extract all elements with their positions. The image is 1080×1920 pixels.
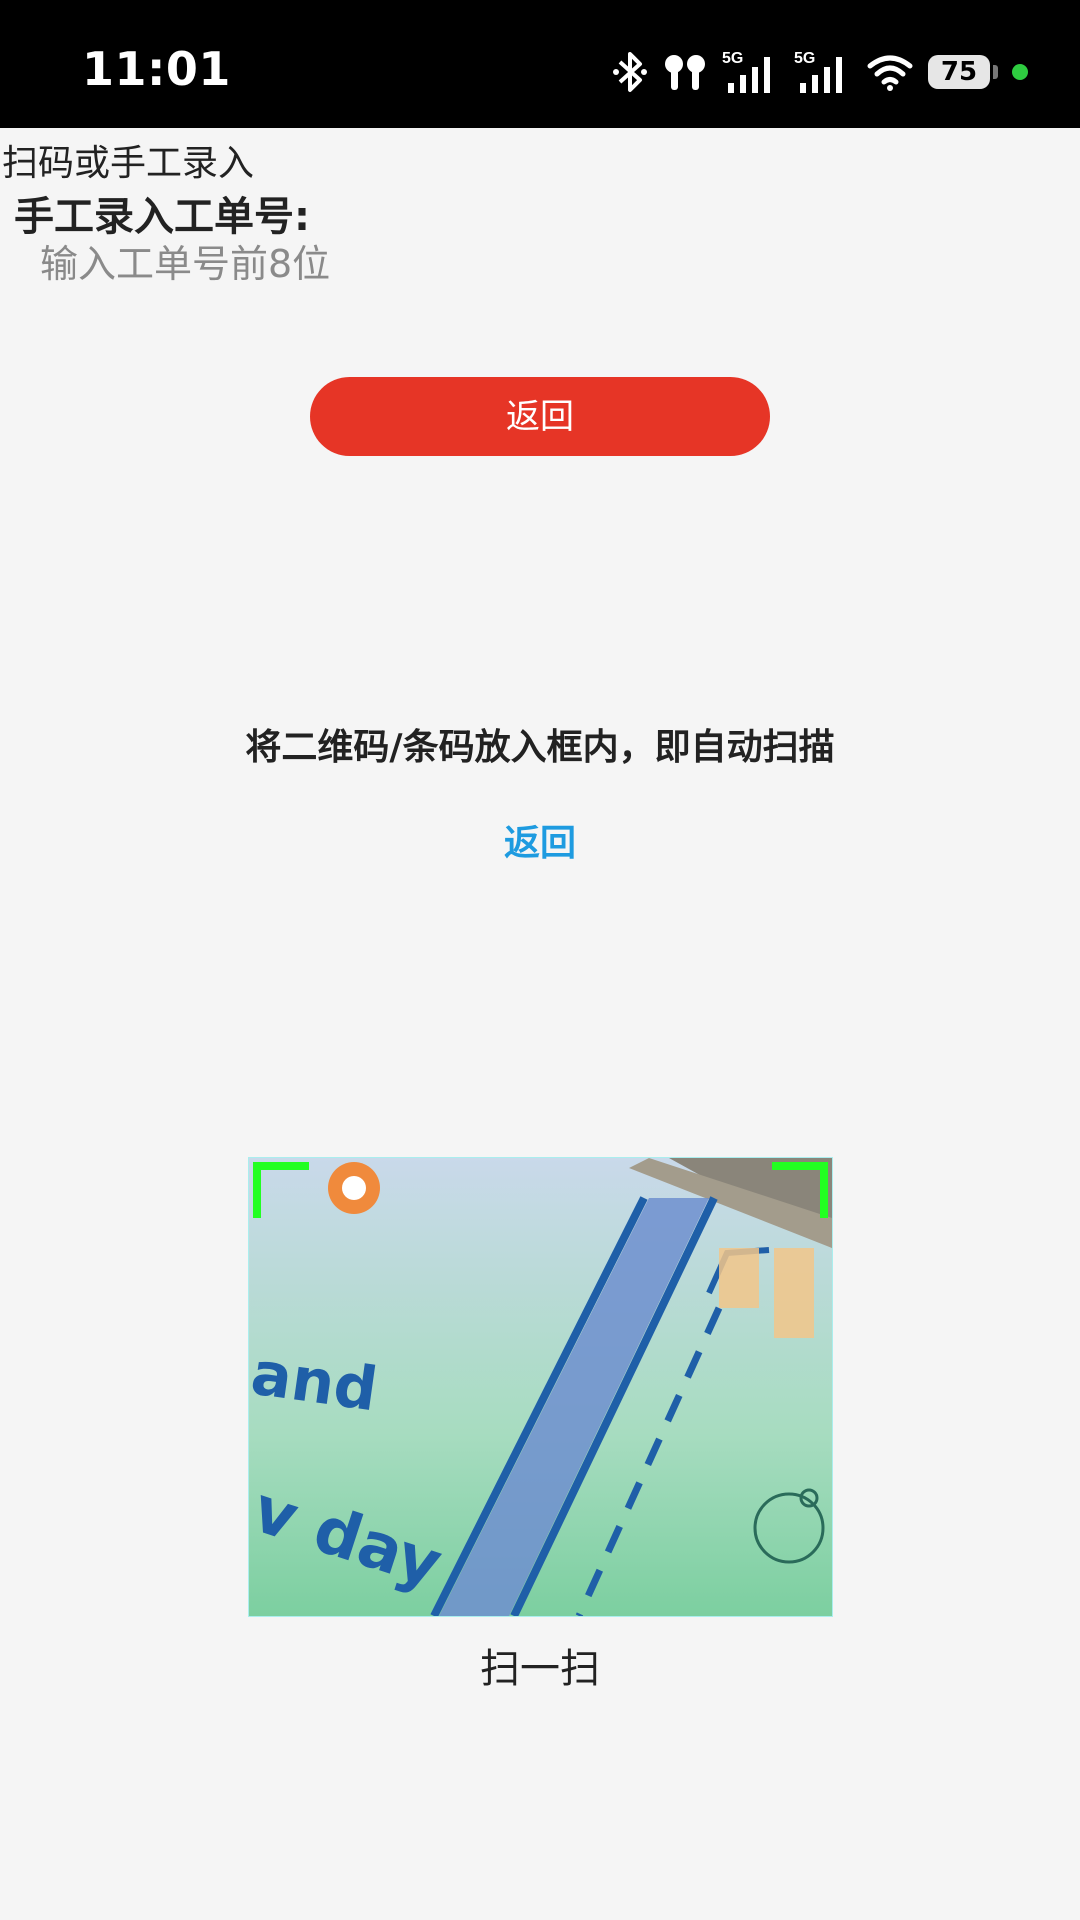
network-type-label: 5G	[794, 50, 815, 67]
cellular-signal-icon: 5G	[722, 49, 780, 95]
earbuds-icon	[662, 52, 708, 92]
network-type-label: 5G	[722, 50, 743, 67]
scan-hint-text: 将二维码/条码放入框内，即自动扫描	[245, 727, 835, 768]
back-link[interactable]: 返回	[0, 814, 1080, 866]
scan-frame-corner	[253, 1162, 309, 1218]
back-button[interactable]: 返回	[310, 377, 770, 456]
order-number-input[interactable]	[30, 234, 650, 294]
wifi-icon	[866, 52, 914, 92]
status-time: 11:01	[82, 42, 231, 96]
bluetooth-icon	[612, 50, 648, 94]
camera-feed-image: and v day	[249, 1158, 832, 1616]
status-icons: 5G 5G 75	[612, 44, 1028, 100]
privacy-indicator-dot	[1012, 64, 1028, 80]
camera-preview: and v day	[248, 1157, 833, 1617]
status-bar: 11:01 5G 5G 75	[0, 0, 1080, 128]
scan-label: 扫一扫	[480, 1646, 600, 1692]
page-title: 扫码或手工录入	[2, 143, 255, 184]
battery-icon: 75	[928, 55, 998, 89]
scan-frame-corner	[772, 1162, 828, 1218]
cellular-signal-icon: 5G	[794, 49, 852, 95]
